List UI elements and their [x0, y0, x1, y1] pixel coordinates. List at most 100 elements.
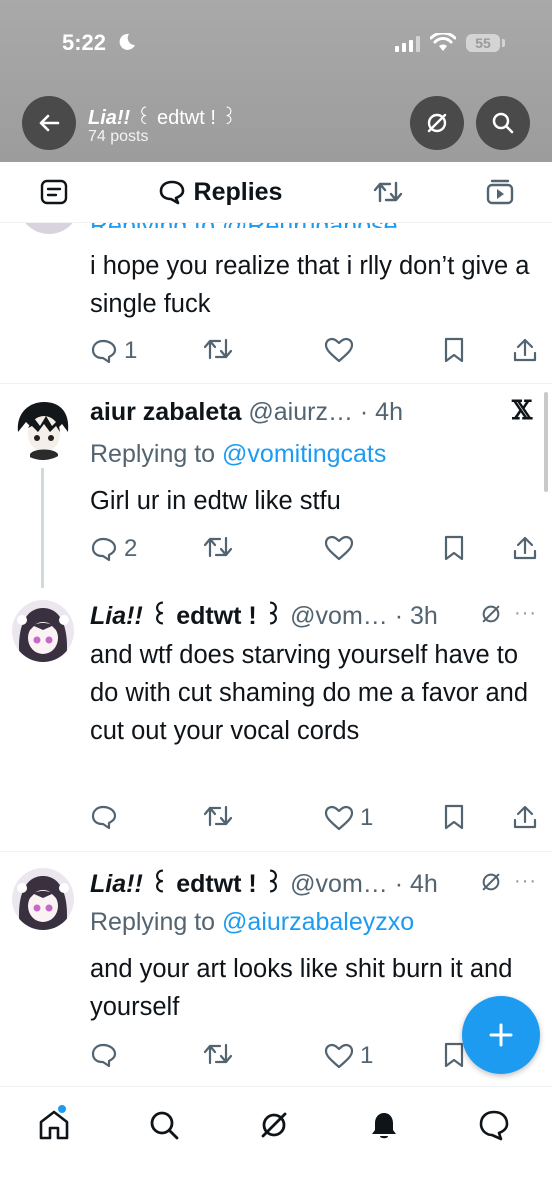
grok-icon[interactable] — [480, 603, 502, 625]
grok-icon — [261, 1112, 287, 1138]
posts-icon — [40, 179, 68, 205]
speech-bubble-icon — [159, 180, 184, 205]
like-count: 1 — [360, 1042, 374, 1069]
like-icon — [324, 535, 354, 561]
profile-tabs: Replies — [0, 162, 552, 223]
battery-nub — [502, 39, 505, 47]
like-icon — [324, 337, 354, 363]
media-icon — [486, 179, 514, 205]
compose-button[interactable] — [462, 996, 540, 1074]
profile-header: 5:22 55 Lia!! ꒰ edtwt ! ꒱ 74 posts — [0, 0, 552, 162]
more-icon[interactable]: ··· — [514, 602, 537, 625]
back-button[interactable] — [22, 96, 76, 150]
nav-search[interactable] — [144, 1105, 184, 1145]
author-handle-time: @vom… · 4h — [283, 870, 438, 898]
author-name[interactable]: aiur zabaleta — [90, 398, 241, 426]
tweet-3[interactable]: Lia!! ꒰ edtwt ! ꒱ @vom… · 3h ··· and wtf… — [0, 584, 552, 852]
reply-button[interactable]: 1 — [90, 337, 137, 365]
profile-name-main: Lia!! — [88, 107, 131, 129]
tab-replies[interactable]: Replies — [140, 162, 300, 222]
like-button[interactable] — [324, 337, 354, 363]
share-button[interactable] — [512, 535, 538, 561]
reply-icon — [91, 339, 117, 364]
signal-icon — [395, 36, 420, 52]
grok-icon[interactable] — [480, 871, 502, 893]
nav-grok[interactable] — [254, 1105, 294, 1145]
search-icon — [492, 112, 514, 134]
reply-count: 1 — [124, 337, 138, 364]
repost-icon — [373, 181, 403, 203]
avatar — [12, 398, 74, 460]
tab-replies-label: Replies — [193, 177, 283, 206]
author-handle-time: @vom… · 3h — [283, 602, 438, 630]
x-logo-icon: 𝕏 — [512, 396, 533, 426]
nav-notifications[interactable] — [364, 1105, 404, 1145]
posts-count: 74 posts — [88, 128, 149, 145]
author-name[interactable]: Lia!! — [90, 870, 143, 898]
tab-media[interactable] — [472, 162, 528, 222]
repost-icon — [203, 1043, 233, 1065]
tab-reposts[interactable] — [360, 162, 416, 222]
repost-icon — [203, 536, 233, 558]
like-button[interactable]: 1 — [324, 1042, 373, 1070]
tweet-header: Lia!! ꒰ edtwt ! ꒱ @vom… · 3h — [90, 598, 438, 631]
replying-to-handle[interactable]: @aiurzabaleyzxo — [222, 908, 414, 936]
like-button[interactable] — [324, 535, 354, 561]
author-name-suffix: ꒰ edtwt ! ꒱ — [142, 602, 284, 630]
grok-icon — [427, 113, 447, 133]
messages-icon — [479, 1110, 509, 1141]
tweet-1[interactable]: Replying to @Reuruganose i hope you real… — [0, 172, 552, 384]
tweet-text: Girl ur in edtw like stfu — [90, 487, 341, 515]
avatar-image — [12, 398, 74, 460]
repost-button[interactable] — [202, 1042, 234, 1066]
moon-icon — [119, 33, 135, 50]
reply-button[interactable] — [90, 804, 118, 830]
reply-button[interactable]: 2 — [90, 535, 137, 563]
reply-button[interactable] — [90, 1042, 118, 1068]
tweet-header: Lia!! ꒰ edtwt ! ꒱ @vom… · 4h — [90, 866, 438, 899]
share-button[interactable] — [512, 337, 538, 363]
reply-count: 2 — [124, 535, 138, 562]
repost-button[interactable] — [202, 804, 234, 828]
author-name-suffix: ꒰ edtwt ! ꒱ — [142, 870, 284, 898]
like-icon — [324, 805, 354, 831]
grok-button[interactable] — [410, 96, 464, 150]
repost-button[interactable] — [202, 535, 234, 559]
tweet-2[interactable]: aiur zabaleta @aiurz… · 4h 𝕏 Replying to… — [0, 384, 552, 588]
bookmark-button[interactable] — [442, 535, 466, 561]
share-button[interactable] — [512, 804, 538, 830]
tweet-text: and your art looks like shit burn it and… — [90, 955, 513, 1021]
replying-to-line: Replying to @aiurzabaleyzxo — [90, 908, 414, 937]
replying-to-handle[interactable]: @vomitingcats — [222, 440, 386, 468]
repost-button[interactable] — [202, 337, 234, 361]
scrollbar[interactable] — [544, 392, 548, 492]
bookmark-button[interactable] — [442, 337, 466, 363]
more-icon[interactable]: ··· — [514, 870, 537, 893]
nav-messages[interactable] — [474, 1105, 514, 1145]
bottom-navigation — [0, 1086, 552, 1201]
like-button[interactable]: 1 — [324, 804, 373, 832]
share-icon — [513, 338, 537, 362]
plus-icon — [489, 1023, 513, 1047]
battery-indicator: 55 — [466, 34, 500, 52]
share-icon — [513, 805, 537, 829]
tweet-text: i hope you realize that i rlly don’t giv… — [90, 252, 530, 318]
bookmark-button[interactable] — [442, 1042, 466, 1068]
tweet-actions: 2 — [90, 535, 540, 565]
reply-icon — [91, 1043, 117, 1068]
share-icon — [513, 536, 537, 560]
bookmark-button[interactable] — [442, 804, 466, 830]
search-button[interactable] — [476, 96, 530, 150]
author-name[interactable]: Lia!! — [90, 602, 143, 630]
avatar-image — [12, 868, 74, 930]
back-arrow-icon — [39, 114, 60, 132]
tab-posts[interactable] — [26, 162, 82, 222]
nav-home[interactable] — [34, 1105, 74, 1145]
reply-icon — [91, 805, 117, 830]
replying-to-line: Replying to @vomitingcats — [90, 440, 386, 469]
search-icon — [150, 1111, 179, 1140]
replying-prefix: Replying to — [90, 440, 223, 468]
wifi-icon — [430, 33, 456, 51]
author-handle-time: @aiurz… · 4h — [241, 398, 403, 426]
replying-prefix: Replying to — [90, 908, 223, 936]
